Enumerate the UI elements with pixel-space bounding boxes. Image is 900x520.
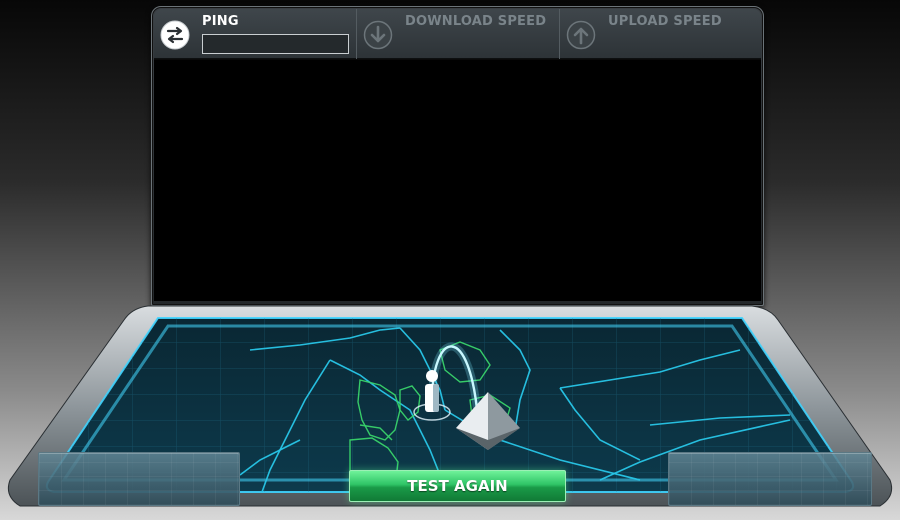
download-arrow-icon — [363, 20, 393, 50]
metrics-bar: PING DOWNLOAD SPEED UPLOAD SPEED — [154, 9, 761, 59]
download-metric: DOWNLOAD SPEED — [357, 9, 560, 59]
ping-label: PING — [202, 14, 239, 29]
ping-arrows-icon — [160, 20, 190, 50]
left-info-panel — [38, 452, 240, 506]
result-screen — [154, 59, 761, 301]
upload-arrow-icon — [566, 20, 596, 50]
right-info-panel — [668, 452, 872, 506]
upload-metric: UPLOAD SPEED — [560, 9, 761, 59]
speedtest-monitor: PING DOWNLOAD SPEED UPLOAD SPEED — [151, 6, 764, 306]
test-again-button[interactable]: TEST AGAIN — [349, 470, 566, 502]
ping-metric: PING — [154, 9, 357, 59]
user-figure-icon — [425, 370, 439, 412]
ping-value — [202, 34, 349, 54]
upload-label: UPLOAD SPEED — [608, 14, 722, 29]
download-label: DOWNLOAD SPEED — [405, 14, 547, 29]
